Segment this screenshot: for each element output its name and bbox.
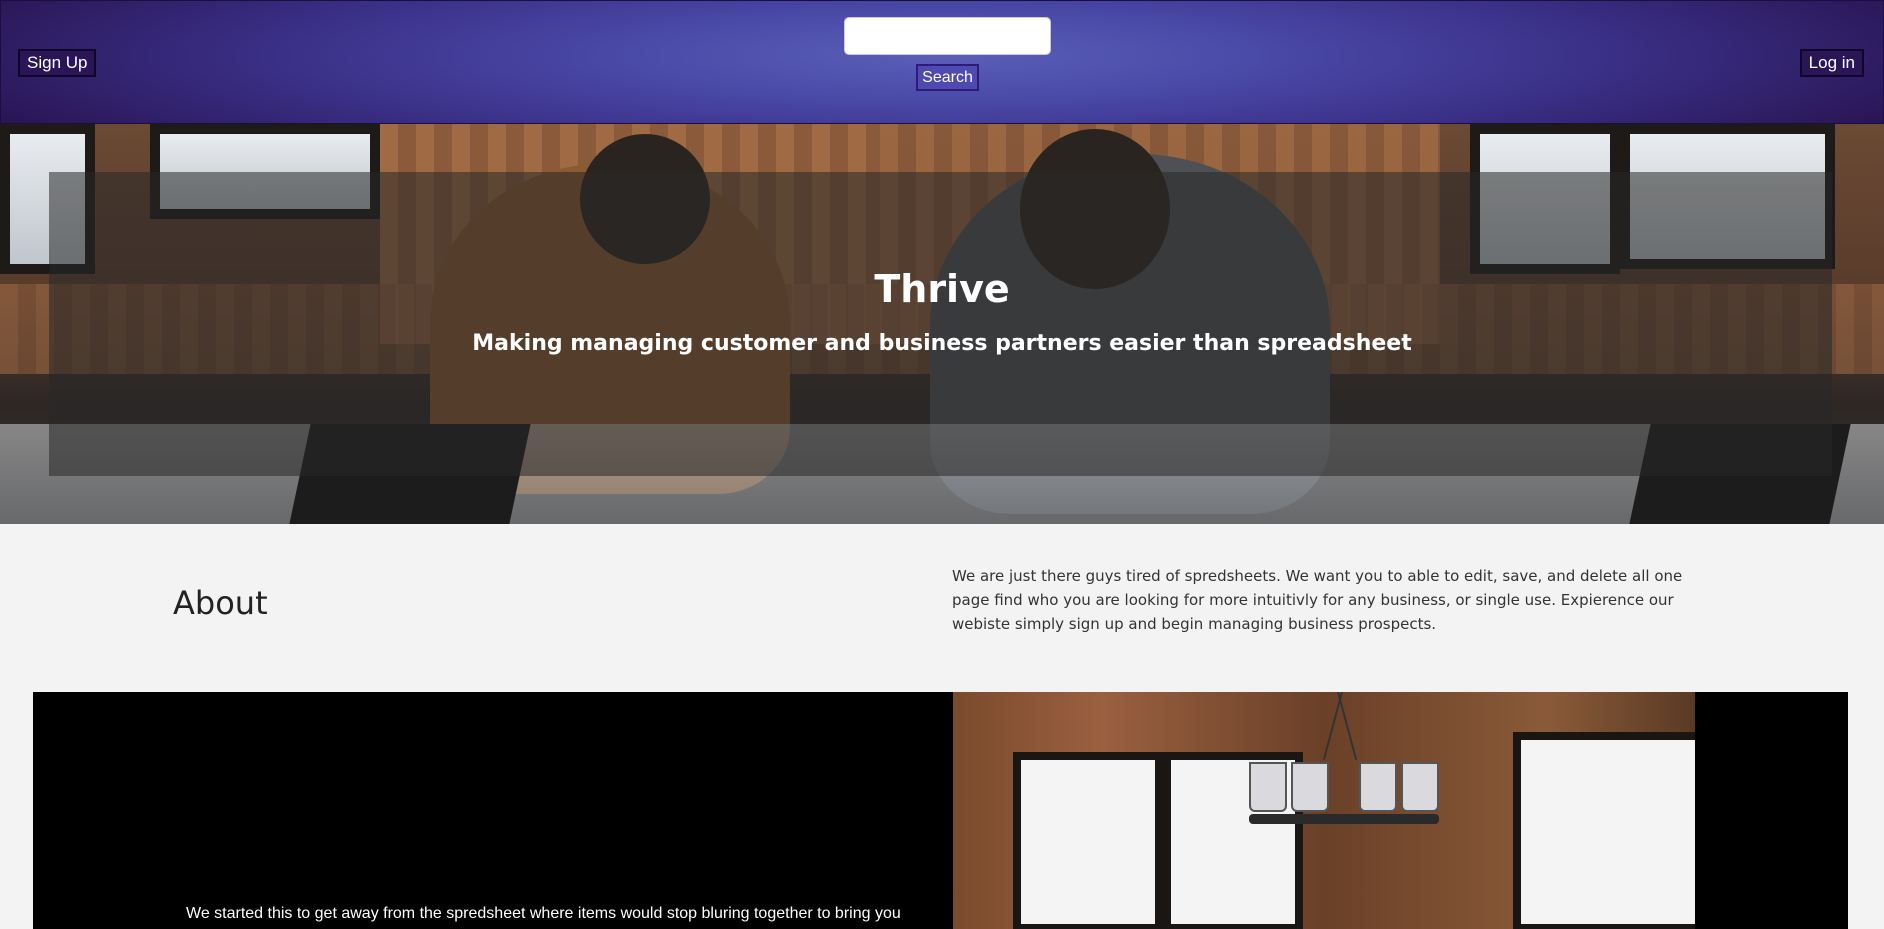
sign-up-button[interactable]: Sign Up xyxy=(18,49,97,77)
story-text: We started this to get away from the spr… xyxy=(186,905,901,922)
search-button[interactable]: Search xyxy=(916,64,979,91)
about-heading: About xyxy=(173,584,268,622)
hero-section: Thrive Making managing customer and busi… xyxy=(0,124,1884,524)
site-header: Sign Up Search Log in xyxy=(0,0,1884,124)
meeting-room-photo xyxy=(953,692,1695,929)
hero-title: Thrive xyxy=(874,267,1010,311)
hero-subtitle: Making managing customer and business pa… xyxy=(472,331,1412,356)
log-in-button[interactable]: Log in xyxy=(1799,49,1864,77)
hero-overlay-panel xyxy=(49,172,1832,476)
chandelier-image xyxy=(1229,692,1449,842)
story-section: We started this to get away from the spr… xyxy=(33,692,1848,929)
about-text: We are just there guys tired of spredshe… xyxy=(952,567,1683,633)
search-input[interactable] xyxy=(844,17,1051,55)
